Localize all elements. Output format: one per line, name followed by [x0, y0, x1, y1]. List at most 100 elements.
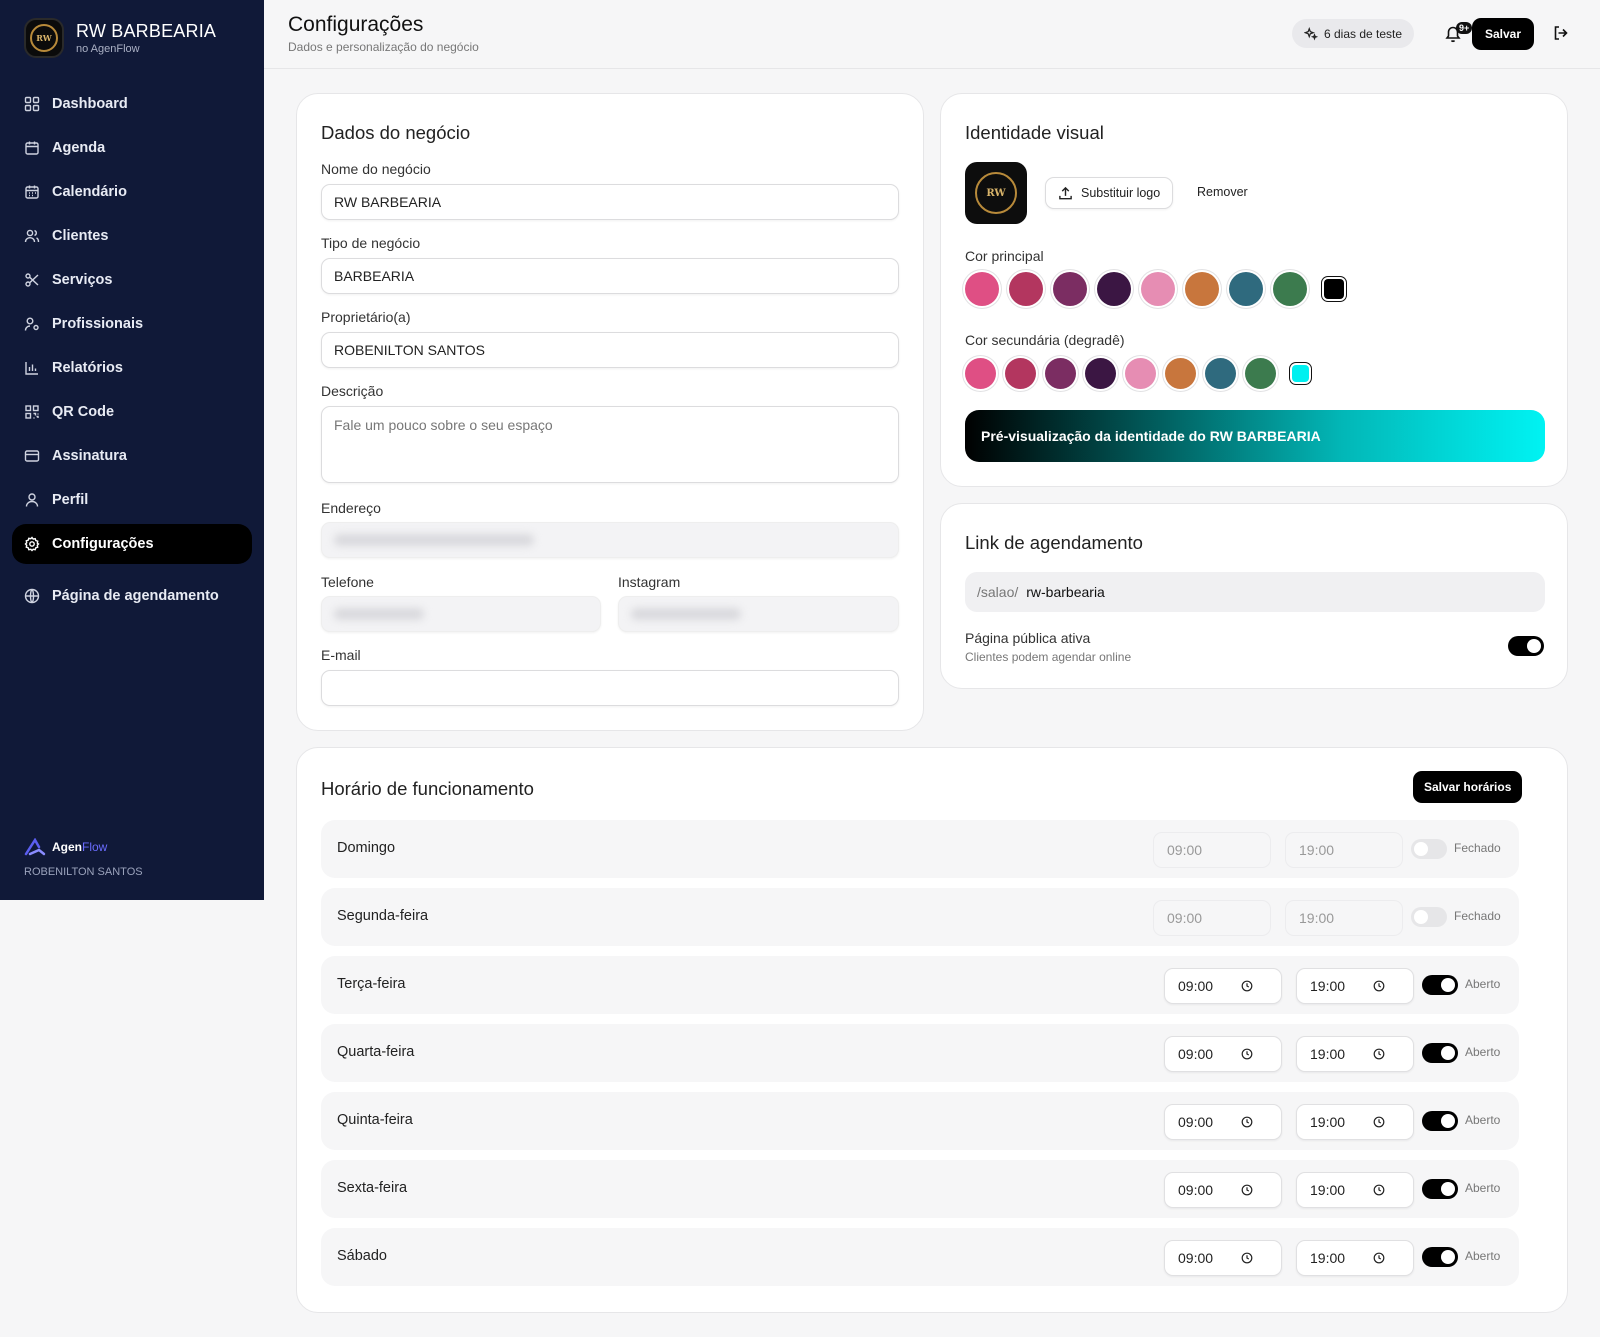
- color-swatch[interactable]: [965, 272, 999, 306]
- day-label: Sexta-feira: [337, 1180, 408, 1196]
- sidebar-item-servicos[interactable]: Serviços: [12, 260, 252, 300]
- color-swatch[interactable]: [1185, 272, 1219, 306]
- sidebar-item-label: Dashboard: [52, 96, 128, 112]
- close-time-input[interactable]: 19:00: [1296, 1104, 1414, 1140]
- close-time-input[interactable]: 19:00: [1285, 832, 1403, 868]
- day-open-toggle[interactable]: [1422, 1043, 1458, 1063]
- brand[interactable]: RW RW BARBEARIA no AgenFlow: [24, 18, 216, 58]
- color-swatch[interactable]: [1141, 272, 1175, 306]
- close-time-input[interactable]: 19:00: [1285, 900, 1403, 936]
- description-textarea[interactable]: Fale um pouco sobre o seu espaço: [321, 406, 899, 483]
- day-open-toggle[interactable]: [1411, 839, 1447, 859]
- field-label: Cor principal: [965, 248, 1044, 264]
- booking-slug-field[interactable]: /salao/ rw-barbearia: [965, 572, 1545, 612]
- primary-color-swatches: [965, 272, 1351, 306]
- open-time-input[interactable]: 09:00: [1153, 900, 1271, 936]
- sidebar-item-perfil[interactable]: Perfil: [12, 480, 252, 520]
- color-swatch[interactable]: [1245, 358, 1276, 389]
- clock-icon: [1373, 1116, 1385, 1128]
- color-swatch[interactable]: [1085, 358, 1116, 389]
- address-field[interactable]: [321, 522, 899, 558]
- day-open-toggle[interactable]: [1422, 1247, 1458, 1267]
- day-open-toggle[interactable]: [1422, 1179, 1458, 1199]
- color-swatch[interactable]: [1005, 358, 1036, 389]
- open-time-input[interactable]: 09:00: [1164, 1172, 1282, 1208]
- sidebar-item-pagina-agendamento[interactable]: Página de agendamento: [12, 576, 252, 616]
- color-swatch[interactable]: [1229, 272, 1263, 306]
- business-type-field[interactable]: BARBEARIA: [321, 258, 899, 294]
- sidebar-item-relatorios[interactable]: Relatórios: [12, 348, 252, 388]
- sidebar-item-profissionais[interactable]: Profissionais: [12, 304, 252, 344]
- remove-logo-button[interactable]: Remover: [1197, 185, 1248, 199]
- sidebar-item-label: Perfil: [52, 492, 89, 508]
- replace-logo-button[interactable]: Substituir logo: [1045, 177, 1174, 209]
- day-label: Terça-feira: [337, 976, 406, 992]
- field-label: Nome do negócio: [321, 161, 431, 177]
- color-swatch[interactable]: [965, 358, 996, 389]
- top-bar: Configurações Dados e personalização do …: [264, 0, 1600, 69]
- sidebar-item-label: Assinatura: [52, 448, 127, 464]
- sidebar-item-dashboard[interactable]: Dashboard: [12, 84, 252, 124]
- color-swatch[interactable]: [1205, 358, 1236, 389]
- sparkles-icon: [1304, 26, 1318, 40]
- blurred-value: [334, 608, 424, 620]
- field-label: Tipo de negócio: [321, 235, 421, 251]
- trial-badge[interactable]: 6 dias de teste: [1292, 19, 1415, 48]
- color-swatch[interactable]: [1273, 272, 1307, 306]
- sidebar-item-clientes[interactable]: Clientes: [12, 216, 252, 256]
- sidebar-item-calendario[interactable]: Calendário: [12, 172, 252, 212]
- save-hours-button[interactable]: Salvar horários: [1413, 771, 1523, 803]
- sidebar-item-assinatura[interactable]: Assinatura: [12, 436, 252, 476]
- hours-row: Segunda-feira 09:00 19:00 Fechado: [321, 888, 1519, 946]
- sidebar-item-label: Configurações: [52, 536, 154, 552]
- logout-icon[interactable]: [1552, 24, 1570, 42]
- sidebar-item-qr-code[interactable]: QR Code: [12, 392, 252, 432]
- sidebar-item-configuracoes[interactable]: Configurações: [12, 524, 252, 564]
- color-swatch[interactable]: [1009, 272, 1043, 306]
- clock-icon: [1373, 1184, 1385, 1196]
- open-time-input[interactable]: 09:00: [1164, 1240, 1282, 1276]
- sidebar-item-agenda[interactable]: Agenda: [12, 128, 252, 168]
- public-page-toggle[interactable]: [1508, 636, 1544, 656]
- save-button[interactable]: Salvar: [1472, 18, 1535, 50]
- open-time-input[interactable]: 09:00: [1164, 1036, 1282, 1072]
- color-swatch[interactable]: [1125, 358, 1156, 389]
- owner-field[interactable]: ROBENILTON SANTOS: [321, 332, 899, 368]
- phone-field[interactable]: [321, 596, 601, 632]
- visual-identity-card: Identidade visual RW Substituir logo Rem…: [940, 93, 1568, 487]
- business-logo: RW: [24, 18, 64, 58]
- day-open-toggle[interactable]: [1422, 975, 1458, 995]
- color-swatch[interactable]: [1292, 365, 1309, 382]
- globe-icon: [24, 588, 40, 604]
- hours-row: Quinta-feira 09:00 19:00 Aberto: [321, 1092, 1519, 1150]
- business-name-field[interactable]: RW BARBEARIA: [321, 184, 899, 220]
- slug-value: rw-barbearia: [1026, 584, 1105, 600]
- instagram-field[interactable]: [618, 596, 899, 632]
- scissors-icon: [25, 273, 39, 287]
- sidebar-footer: Agen Flow ROBENILTON SANTOS: [24, 838, 143, 878]
- email-field[interactable]: [321, 670, 899, 706]
- clock-icon: [1373, 1252, 1385, 1264]
- users-icon: [24, 229, 40, 243]
- color-swatch[interactable]: [1097, 272, 1131, 306]
- clock-icon: [1241, 1116, 1253, 1128]
- sidebar-item-label: QR Code: [52, 404, 115, 420]
- day-open-toggle[interactable]: [1411, 907, 1447, 927]
- blurred-value: [631, 608, 741, 620]
- color-swatch[interactable]: [1324, 279, 1344, 299]
- color-swatch[interactable]: [1165, 358, 1196, 389]
- open-time-input[interactable]: 09:00: [1164, 968, 1282, 1004]
- qr-code-icon: [25, 405, 39, 419]
- color-swatch[interactable]: [1045, 358, 1076, 389]
- close-time-input[interactable]: 19:00: [1296, 968, 1414, 1004]
- close-time-input[interactable]: 19:00: [1296, 1172, 1414, 1208]
- public-page-label: Página pública ativa: [965, 630, 1091, 646]
- open-time-input[interactable]: 09:00: [1153, 832, 1271, 868]
- close-time-input[interactable]: 19:00: [1296, 1036, 1414, 1072]
- sidebar-item-label: Clientes: [52, 228, 109, 244]
- day-open-toggle[interactable]: [1422, 1111, 1458, 1131]
- color-swatch[interactable]: [1053, 272, 1087, 306]
- booking-link-card: Link de agendamento /salao/ rw-barbearia…: [940, 503, 1568, 689]
- open-time-input[interactable]: 09:00: [1164, 1104, 1282, 1140]
- close-time-input[interactable]: 19:00: [1296, 1240, 1414, 1276]
